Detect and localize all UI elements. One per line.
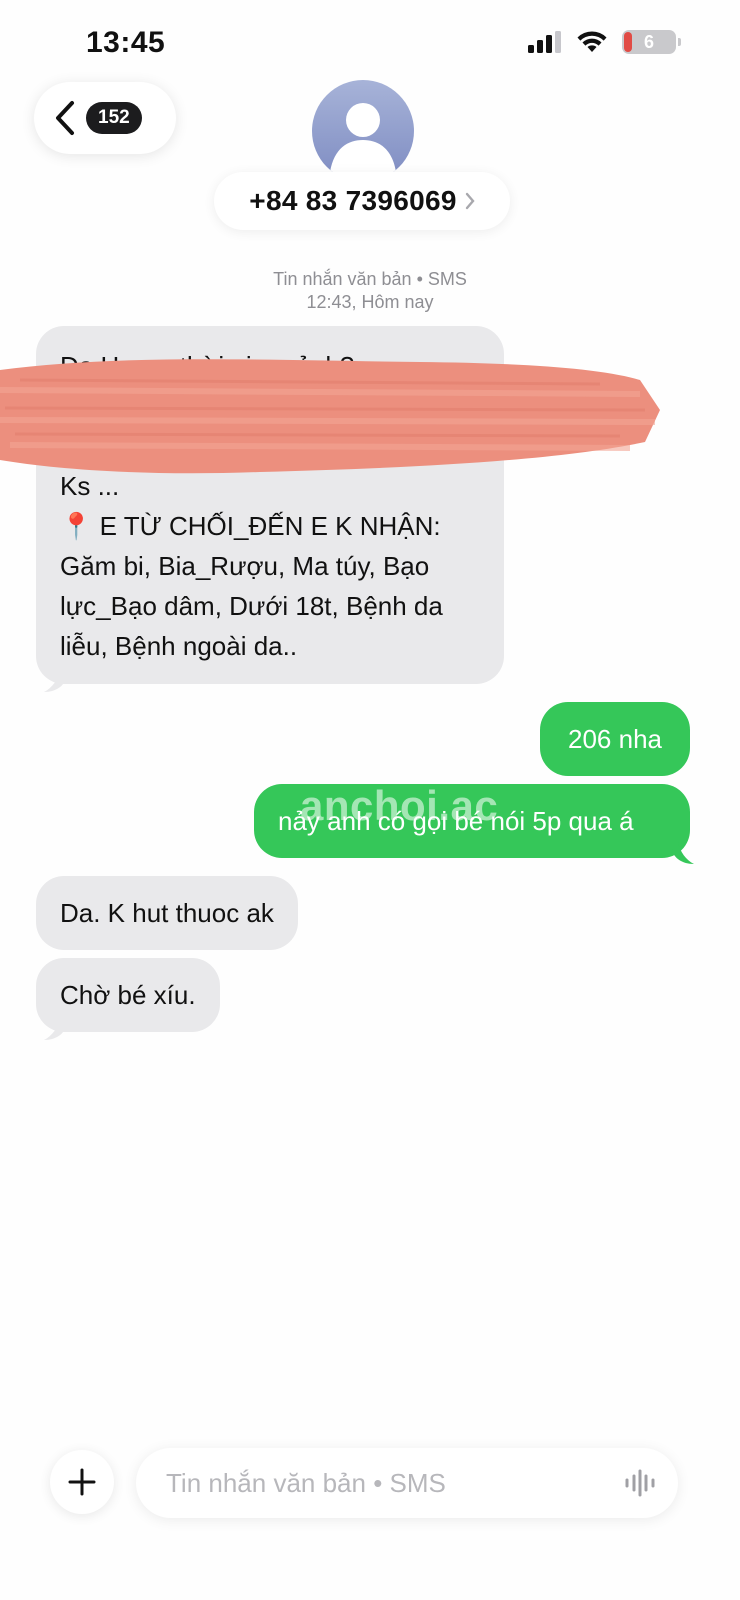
contact-name-button[interactable]: +84 83 7396069 xyxy=(214,172,510,230)
bubble-tail xyxy=(44,670,66,692)
outgoing-message-bubble[interactable]: 206 nha xyxy=(540,702,690,776)
contact-name: +84 83 7396069 xyxy=(249,185,457,216)
audio-waveform-icon[interactable] xyxy=(624,1468,656,1498)
message-timestamp: 12:43, Hôm nay xyxy=(306,292,434,312)
back-button[interactable]: 152 xyxy=(34,82,176,154)
contact-avatar-icon[interactable] xyxy=(312,80,414,182)
message-type-label: Tin nhắn văn bản • SMS xyxy=(273,269,467,289)
bubble-tail xyxy=(44,1018,66,1040)
incoming-message-bubble[interactable]: Da. K hut thuoc ak xyxy=(36,876,298,950)
cellular-signal-icon xyxy=(528,31,561,53)
message-composer[interactable] xyxy=(136,1448,678,1518)
message-input[interactable] xyxy=(164,1466,624,1500)
redaction-mark xyxy=(0,359,660,474)
wifi-icon xyxy=(577,31,607,52)
battery-level: 6 xyxy=(643,31,654,52)
message-line: liễu, Bệnh ngoài da.. xyxy=(60,631,298,661)
plus-icon xyxy=(68,1468,96,1496)
chevron-right-icon xyxy=(465,192,475,210)
back-chevron-icon xyxy=(56,101,74,135)
message-line: 📍 E TỪ CHỐI_ĐẾN E K NHẬN: xyxy=(60,511,441,541)
add-attachment-button[interactable] xyxy=(50,1450,114,1514)
message-line: lực_Bạo dâm, Dưới 18t, Bệnh da xyxy=(60,591,443,621)
message-line: Găm bi, Bia_Rượu, Ma túy, Bạo xyxy=(60,551,430,581)
watermark: anchoi.ac xyxy=(300,782,499,829)
status-time: 13:45 xyxy=(86,26,166,59)
unread-count-badge: 152 xyxy=(86,102,142,134)
conversation-meta: Tin nhắn văn bản • SMS 12:43, Hôm nay xyxy=(0,268,740,314)
status-icons: 6 xyxy=(528,30,681,54)
bubble-tail xyxy=(672,842,694,864)
battery-icon: 6 xyxy=(622,30,681,54)
